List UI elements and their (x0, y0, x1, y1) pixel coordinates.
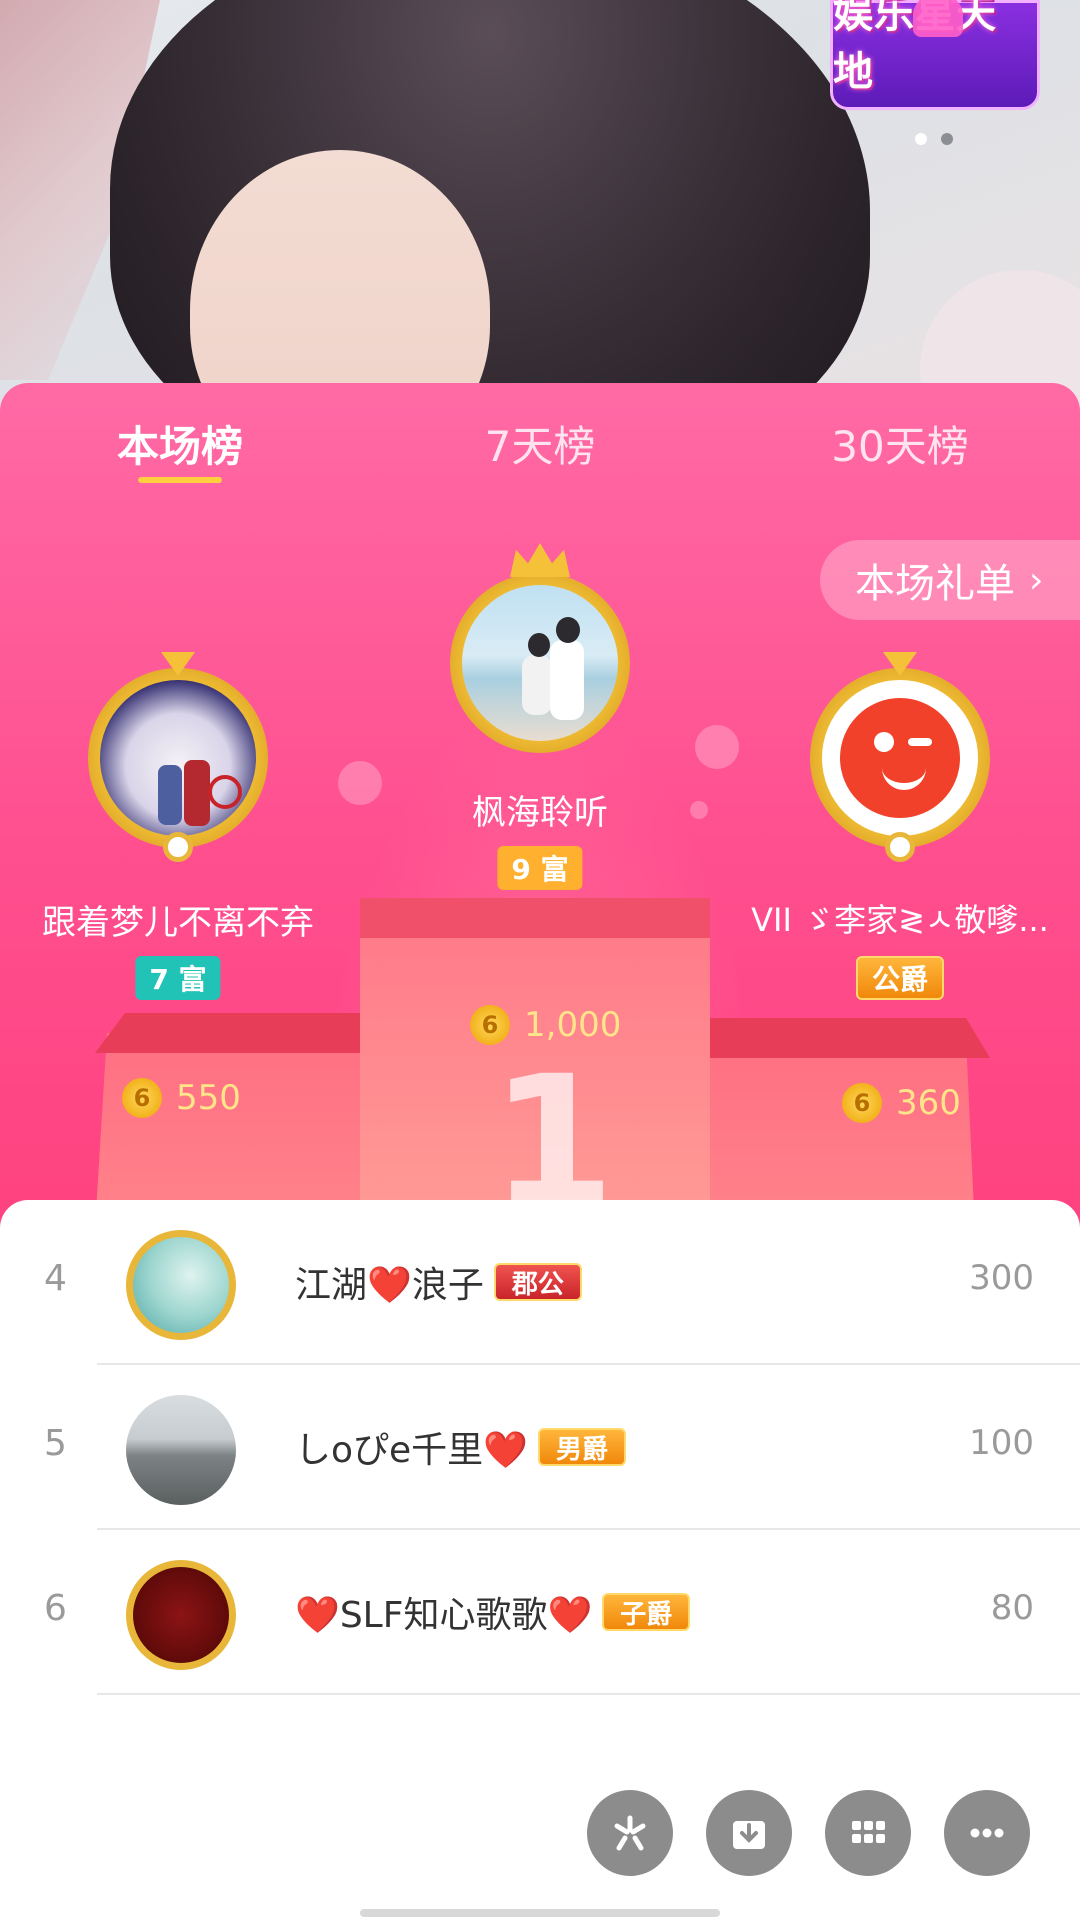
user-name-group: ❤️SLF知心歌歌❤️ 子爵 (295, 1586, 691, 1638)
decor-bubble (695, 725, 739, 769)
list-item[interactable]: 6 ❤️SLF知心歌歌❤️ 子爵 80 (0, 1530, 1080, 1695)
gem-icon (161, 652, 195, 676)
tab-label: 30天榜 (831, 422, 969, 471)
contribution-amount: 80 (990, 1588, 1034, 1628)
list-item[interactable]: 5 しoぴe千里❤️ 男爵 100 (0, 1365, 1080, 1530)
user-name: 江湖❤️浪子 (295, 1265, 484, 1306)
avatar-head (556, 617, 580, 643)
red-face (840, 698, 960, 818)
red-poem-avatar[interactable] (126, 1560, 236, 1670)
first-place-avatar-frame[interactable] (450, 543, 630, 753)
user-name: しoぴe千里❤️ (295, 1430, 528, 1471)
highway-avatar[interactable] (126, 1395, 236, 1505)
tab-label: 7天榜 (484, 422, 596, 471)
heart-icon (913, 0, 963, 37)
avatar-head (528, 633, 550, 657)
first-place-amount-value: 1,000 (524, 1005, 622, 1045)
user-name: ❤️SLF知心歌歌❤️ (295, 1595, 593, 1636)
third-place-avatar-frame[interactable] (810, 652, 990, 862)
list-item[interactable]: 4 江湖❤️浪子 郡公 300 (0, 1200, 1080, 1365)
event-logo-banner[interactable]: 娱乐星天地 (830, 0, 1040, 110)
red-ribbon (208, 775, 242, 809)
first-place-wealth-badge: 9 富 (497, 846, 583, 890)
download-button[interactable] (706, 1790, 792, 1876)
noble-title-badge: 子爵 (602, 1593, 691, 1631)
contribution-amount: 300 (969, 1258, 1034, 1298)
tab-label: 本场榜 (116, 422, 244, 471)
podium-third-top (690, 1018, 990, 1058)
user-name-group: しoぴe千里❤️ 男爵 (295, 1421, 627, 1473)
tab-this-session[interactable]: 本场榜 (116, 413, 244, 483)
grid-icon (852, 1821, 885, 1843)
tab-active-indicator (137, 477, 222, 483)
decor-bubble (690, 801, 708, 819)
user-name-group: 江湖❤️浪子 郡公 (295, 1256, 582, 1308)
noble-title-badge: 郡公 (493, 1263, 582, 1301)
third-place-amount: 6 360 (842, 1083, 961, 1123)
rank-number: 6 (44, 1588, 67, 1629)
avatar-figure (184, 760, 210, 826)
avatar-figure (158, 765, 182, 825)
frame-ornament (885, 832, 915, 862)
avatar-figure (550, 640, 584, 720)
decor-bubble (338, 761, 382, 805)
tab-30-days[interactable]: 30天榜 (831, 413, 968, 474)
page-dot-active (915, 133, 927, 145)
download-icon (733, 1821, 765, 1849)
second-place-wealth-badge: 7 富 (135, 956, 221, 1000)
rank-number: 4 (44, 1258, 67, 1299)
third-place-name: VII ゞ李家≷ㅅ敬嗲... (751, 901, 1049, 939)
chevron-right-icon: › (1029, 559, 1044, 601)
action-buttons (587, 1790, 1030, 1876)
podium-second-top (95, 1013, 395, 1053)
first-place-amount: 6 1,000 (470, 1005, 621, 1045)
podium-first-top (360, 898, 710, 938)
couple-beach-avatar (462, 585, 618, 741)
face-wink (908, 738, 932, 746)
share-button[interactable] (587, 1790, 673, 1876)
moon-couple-avatar (100, 680, 256, 836)
frame-ornament (163, 832, 193, 862)
home-indicator[interactable] (360, 1909, 720, 1917)
coin-icon: 6 (122, 1078, 162, 1118)
avatar-figure (522, 655, 552, 715)
more-button[interactable] (944, 1790, 1030, 1876)
contribution-amount: 100 (969, 1423, 1034, 1463)
third-place-amount-value: 360 (896, 1083, 961, 1123)
third-place-title-badge: 公爵 (855, 956, 945, 1000)
winking-face-avatar (822, 680, 978, 836)
coin-icon: 6 (842, 1083, 882, 1123)
more-icon (970, 1828, 1004, 1838)
noble-title-badge: 男爵 (538, 1428, 627, 1466)
grid-button[interactable] (825, 1790, 911, 1876)
coin-icon: 6 (470, 1005, 510, 1045)
face-eye (874, 732, 894, 752)
first-place-name: 枫海聆听 (472, 793, 608, 833)
gift-list-label: 本场礼单 (855, 561, 1015, 607)
rank-number: 5 (44, 1423, 67, 1464)
banner-page-indicator (915, 133, 953, 145)
page-dot-inactive (941, 133, 953, 145)
second-place-amount-value: 550 (176, 1078, 241, 1118)
share-icon (614, 1815, 646, 1851)
gem-icon (883, 652, 917, 676)
second-place-name: 跟着梦儿不离不弃 (42, 903, 314, 943)
tab-7-days[interactable]: 7天榜 (485, 413, 596, 474)
dragon-avatar[interactable] (126, 1230, 236, 1340)
second-place-avatar-frame[interactable] (88, 652, 268, 862)
second-place-amount: 6 550 (122, 1078, 241, 1118)
gift-list-button[interactable]: 本场礼单 › (820, 540, 1080, 620)
row-divider (97, 1693, 1080, 1695)
crown-icon (510, 543, 570, 577)
leaderboard-tabs: 本场榜 7天榜 30天榜 (0, 413, 1080, 503)
